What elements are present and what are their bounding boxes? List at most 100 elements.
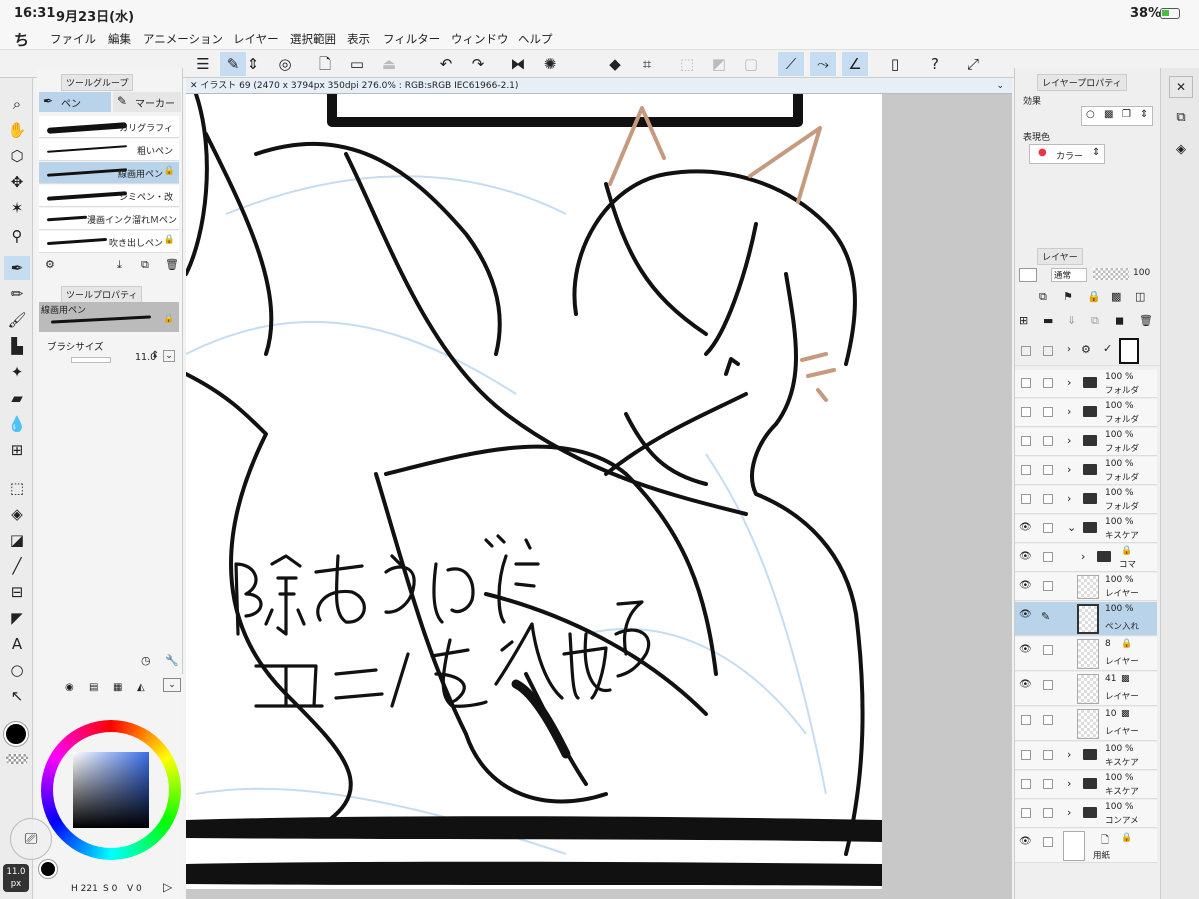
new-layer-icon[interactable]: ⊞ xyxy=(1019,314,1028,327)
brush-item-lineart-pen[interactable]: 線画用ペン 🔒 xyxy=(39,162,179,184)
merge-down-icon[interactable]: ⇓ xyxy=(1067,314,1076,327)
visibility-toggle[interactable] xyxy=(1021,808,1031,818)
transparent-color-swatch[interactable] xyxy=(6,754,28,764)
fill-icon[interactable]: ◆ xyxy=(602,52,628,76)
expand-icon[interactable]: › xyxy=(1067,777,1071,790)
transform-icon[interactable]: ⌗ xyxy=(634,52,660,76)
expand-icon[interactable]: › xyxy=(1067,463,1071,476)
hand-icon[interactable]: ✋ xyxy=(4,118,30,142)
magic-wand-icon[interactable]: ✶ xyxy=(4,196,30,220)
expand-icon[interactable]: › xyxy=(1067,376,1071,389)
new-folder-icon[interactable]: ▬ xyxy=(1043,314,1053,327)
3d-icon[interactable]: ⬡ xyxy=(4,144,30,168)
text-icon[interactable]: A xyxy=(4,632,30,656)
intermediate-color-tab-icon[interactable]: ◭ xyxy=(137,682,145,693)
expand-icon[interactable]: › xyxy=(1067,748,1071,761)
menu-selection[interactable]: 選択範囲 xyxy=(290,31,336,47)
layer-row[interactable]: › 100 % フォルダ xyxy=(1015,457,1157,485)
main-color-swatch[interactable] xyxy=(4,722,28,746)
line-icon[interactable]: ╱ xyxy=(4,554,30,578)
save-icon[interactable]: ⏏ xyxy=(376,52,402,76)
panel-collapse-icon[interactable]: ⌄ xyxy=(163,678,181,692)
marquee-icon[interactable]: ⬚ xyxy=(4,476,30,500)
eyedropper-icon[interactable]: ⚲ xyxy=(4,224,30,248)
eye-icon[interactable]: 👁 xyxy=(1019,522,1032,533)
menu-help[interactable]: ヘルプ xyxy=(518,31,553,47)
stabilizer-icon[interactable]: ⤳ xyxy=(810,52,836,76)
download-icon[interactable]: ⤓ xyxy=(117,258,122,272)
eye-icon[interactable]: 👁 xyxy=(1019,580,1032,591)
zoom-icon[interactable]: ⌕ xyxy=(4,92,30,116)
move-icon[interactable]: ✥ xyxy=(4,170,30,194)
layers-icon[interactable]: ◈ xyxy=(1169,140,1193,162)
menu-file[interactable]: ファイル xyxy=(50,31,96,47)
menu-layer[interactable]: レイヤー xyxy=(233,31,279,47)
layer-row[interactable]: 👁 8 🔒 レイヤー xyxy=(1015,637,1157,671)
layer-row-selected[interactable]: 👁 ✎ 100 % ペン入れ xyxy=(1015,602,1157,636)
eye-icon[interactable]: 👁 xyxy=(1019,609,1032,620)
express-color-select[interactable]: ● カラー ⇕ xyxy=(1029,144,1105,164)
expand-icon[interactable]: › xyxy=(1067,806,1071,819)
brush-item-rough-pen[interactable]: 粗いペン xyxy=(39,139,179,161)
checkbox[interactable] xyxy=(1043,808,1053,818)
checkbox[interactable] xyxy=(1043,645,1053,655)
visibility-toggle[interactable] xyxy=(1021,779,1031,789)
open-folder-icon[interactable]: ▭ xyxy=(344,52,370,76)
checkbox[interactable] xyxy=(1043,494,1053,504)
eye-icon[interactable]: 👁 xyxy=(1019,644,1032,655)
layer-row[interactable]: 10 ▩ レイヤー xyxy=(1015,707,1157,741)
ruler-tool-icon[interactable]: ◤ xyxy=(4,606,30,630)
settings-icon[interactable]: ⚙ xyxy=(45,258,55,271)
checkbox[interactable] xyxy=(1043,680,1053,690)
mask-icon[interactable]: ◫ xyxy=(1135,290,1145,303)
quick-access-icon[interactable]: ✎ xyxy=(220,52,246,76)
visibility-toggle[interactable] xyxy=(1021,436,1031,446)
undo-icon[interactable]: ↶ xyxy=(433,52,459,76)
checkbox[interactable] xyxy=(1043,346,1053,356)
clock-icon[interactable]: ◷ xyxy=(141,654,151,667)
brush-item-shimi-pen[interactable]: シミペン・改 xyxy=(39,185,179,207)
canvas-tab[interactable]: ✕ イラスト 69 (2470 x 3794px 350dpi 276.0% :… xyxy=(186,78,1012,94)
opacity-value[interactable]: 100 xyxy=(1133,268,1150,278)
eraser-icon[interactable]: ▰ xyxy=(4,386,30,410)
expand-icon[interactable]: › xyxy=(1081,550,1085,563)
layer-settings-icon[interactable]: ⚙ xyxy=(1081,343,1091,356)
tab-dropdown-icon[interactable]: ⌄ xyxy=(996,78,1004,94)
layer-color-swatch[interactable] xyxy=(1019,268,1037,282)
expand-icon[interactable]: › xyxy=(1067,434,1071,447)
expand-icon[interactable]: › xyxy=(1067,344,1071,355)
pencil-icon[interactable]: ✏ xyxy=(4,282,30,306)
grid-icon[interactable]: ⊞ xyxy=(4,438,30,462)
checkbox[interactable] xyxy=(1043,378,1053,388)
visibility-toggle[interactable] xyxy=(1021,494,1031,504)
object-select-icon[interactable]: ↖ xyxy=(4,684,30,708)
brush-item-balloon-pen[interactable]: 吹き出しペン 🔒 xyxy=(39,231,179,253)
visibility-toggle[interactable] xyxy=(1021,715,1031,725)
layer-mask-icon[interactable]: ◼ xyxy=(1115,314,1124,327)
layer-property-icon[interactable]: ⧉ xyxy=(1169,108,1193,130)
copy-layer-icon[interactable]: ⧉ xyxy=(1091,314,1099,328)
color-wheel[interactable] xyxy=(41,720,181,860)
checkbox[interactable] xyxy=(1043,581,1053,591)
size-stepper-icon[interactable]: ⇕ xyxy=(151,350,159,361)
menu-view[interactable]: 表示 xyxy=(347,31,370,47)
play-icon[interactable]: ▷ xyxy=(163,880,172,894)
menu-edit[interactable]: 編集 xyxy=(108,31,131,47)
color-slider-tab-icon[interactable]: ▤ xyxy=(89,682,98,693)
airbrush-icon[interactable]: ▙ xyxy=(4,334,30,358)
layer-row[interactable]: 👁 ⌄ 100 % キスケア xyxy=(1015,515,1157,543)
menu-icon[interactable]: ☰ xyxy=(190,52,216,76)
expand-icon[interactable]: › xyxy=(1067,492,1071,505)
menu-window[interactable]: ウィンドウ xyxy=(451,31,509,47)
color-wheel-tab-icon[interactable]: ◉ xyxy=(65,682,74,693)
reference-icon[interactable]: ⚑ xyxy=(1063,290,1073,303)
updown-icon[interactable]: ⇕ xyxy=(246,52,260,76)
layer-row[interactable]: 👁 › 🔒 コマ xyxy=(1015,544,1157,572)
decoration-icon[interactable]: ✦ xyxy=(4,360,30,384)
duplicate-icon[interactable]: ⧉ xyxy=(141,258,149,272)
tone-effect-icon[interactable]: ▩ xyxy=(1104,109,1113,120)
checkbox[interactable] xyxy=(1043,552,1053,562)
balloon-icon[interactable]: ○ xyxy=(4,658,30,682)
help-icon[interactable]: ? xyxy=(922,52,948,76)
expand-icon[interactable]: › xyxy=(1067,405,1071,418)
